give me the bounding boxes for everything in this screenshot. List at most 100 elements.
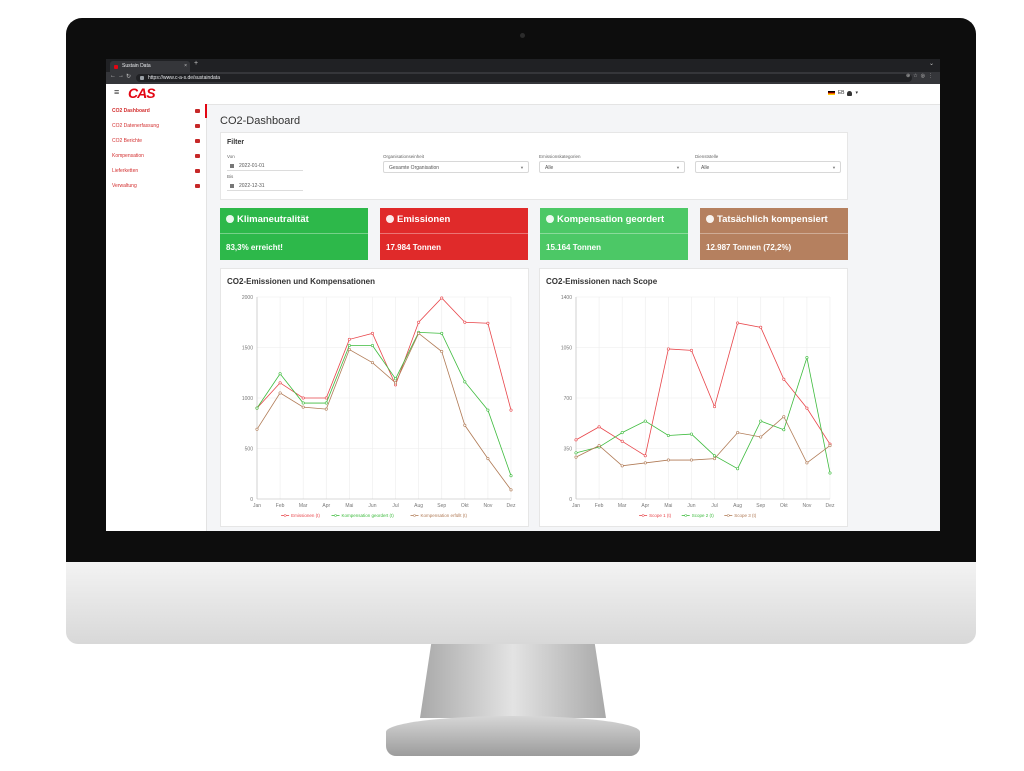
x-tick-label: Apr <box>641 503 649 509</box>
org-select[interactable]: Gesamte Organisation ▼ <box>383 161 529 173</box>
to-date-input[interactable]: 2022-12-31 <box>227 181 303 191</box>
app-header: ≡ CAS EB ▾ <box>106 84 940 105</box>
home-icon <box>195 109 200 113</box>
data-point <box>486 321 490 325</box>
data-point <box>347 337 351 341</box>
legend-marker <box>283 514 287 517</box>
data-point <box>278 372 282 376</box>
kpi-title-text: Emissionen <box>397 214 451 225</box>
data-point <box>736 321 740 325</box>
data-point <box>370 343 374 347</box>
data-point <box>736 467 740 471</box>
new-tab-button[interactable]: + <box>194 60 198 67</box>
line-chart-emissions-compensations: 0500100015002000Jan Feb Mar Apr Mai Jun Jul Aug… <box>242 295 516 518</box>
chevron-down-icon[interactable]: ▾ <box>855 90 858 96</box>
data-point <box>736 431 740 435</box>
monitor-chin <box>66 562 976 644</box>
service-select[interactable]: Alle ▼ <box>695 161 841 173</box>
category-label: Emissionskategorien <box>539 154 581 159</box>
kpi-card-climate-neutrality: Klimaneutralität 83,3% erreicht! <box>220 208 368 260</box>
kpi-value: 83,3% erreicht! <box>226 243 283 252</box>
kpi-card-compensation-ordered: Kompensation geordert 15.164 Tonnen <box>540 208 688 260</box>
cas-logo[interactable]: CAS <box>128 85 156 101</box>
from-date-value: 2022-01-01 <box>239 163 265 169</box>
legend-marker <box>334 514 337 517</box>
favicon-icon <box>114 65 118 69</box>
x-tick-label: Jan <box>572 503 580 509</box>
kpi-title: Tatsächlich kompensiert <box>706 214 828 225</box>
data-point <box>394 381 398 385</box>
data-point <box>713 405 717 409</box>
y-tick-label: 350 <box>564 447 573 453</box>
sidebar-item-reports[interactable]: CO2 Berichte <box>112 136 200 146</box>
reload-icon[interactable]: ↻ <box>126 73 131 80</box>
calendar-icon <box>230 184 234 188</box>
sidebar-item-supply-chains[interactable]: Lieferketten <box>112 166 200 176</box>
sidebar-item-compensation[interactable]: Kompensation <box>112 151 200 161</box>
user-icon[interactable] <box>847 90 853 96</box>
kpi-value: 17.984 Tonnen <box>386 243 441 252</box>
data-point <box>370 331 374 335</box>
x-tick-label: Mai <box>664 503 672 509</box>
clock-icon <box>706 215 714 223</box>
data-point <box>597 444 601 448</box>
kpi-divider <box>220 233 368 234</box>
address-bar[interactable]: https://www.c-a-s.de/sustaindata <box>136 74 912 82</box>
data-point <box>347 348 351 352</box>
hamburger-menu-icon[interactable]: ≡ <box>114 87 119 97</box>
sidebar-item-label: Verwaltung <box>112 183 137 189</box>
org-label: Organisationseinheit <box>383 154 425 159</box>
browser-extension-icons[interactable]: ⊕☆◎⋮ <box>906 73 936 79</box>
kpi-title-text: Tatsächlich kompensiert <box>717 214 828 225</box>
sidebar-item-administration[interactable]: Verwaltung <box>112 181 200 191</box>
tab-menu-icon[interactable]: ⌄ <box>929 60 934 67</box>
tab-close-button[interactable]: × <box>184 61 187 72</box>
x-tick-label: Nov <box>483 503 492 509</box>
kpi-divider <box>540 233 688 234</box>
x-tick-label: Okt <box>780 503 788 509</box>
legend-label: Scope 2 (t) <box>692 513 715 518</box>
from-date-input[interactable]: 2022-01-01 <box>227 161 303 171</box>
line-chart-emissions-by-scope: 035070010501400Jan Feb Mar Apr Mai Jun Jul Aug S… <box>561 295 835 518</box>
x-tick-label: Jan <box>253 503 261 509</box>
industry-icon <box>386 215 394 223</box>
y-tick-label: 1050 <box>561 346 572 352</box>
language-label[interactable]: EB <box>838 90 845 96</box>
data-point <box>324 407 328 411</box>
data-point <box>486 408 490 412</box>
data-point <box>805 406 809 410</box>
back-icon[interactable]: ← <box>110 73 116 79</box>
data-point <box>643 419 647 423</box>
data-point <box>759 325 763 329</box>
data-point <box>689 458 693 462</box>
screen: Sustain Data × + ⌄ ← → ↻ https://www.c-a… <box>106 59 940 531</box>
sidebar-item-label: Lieferketten <box>112 168 139 174</box>
browser-tab[interactable]: Sustain Data × <box>110 61 190 72</box>
category-select[interactable]: Alle ▼ <box>539 161 685 173</box>
flag-icon[interactable] <box>827 91 835 95</box>
x-tick-label: Jul <box>711 503 717 509</box>
browser-addressbar: ← → ↻ https://www.c-a-s.de/sustaindata ⊕… <box>106 72 940 84</box>
y-tick-label: 1000 <box>242 396 253 402</box>
forward-icon[interactable]: → <box>118 73 124 79</box>
sidebar-item-label: CO2 Dashboard <box>112 108 150 114</box>
data-point <box>278 391 282 395</box>
kpi-card-emissions: Emissionen 17.984 Tonnen <box>380 208 528 260</box>
sidebar-item-dashboard[interactable]: CO2 Dashboard <box>112 106 200 116</box>
x-tick-label: Nov <box>802 503 811 509</box>
filter-heading: Filter <box>227 139 245 146</box>
kpi-title-text: Kompensation geordert <box>557 214 665 225</box>
data-point <box>713 454 717 458</box>
calendar-icon <box>230 164 234 168</box>
sidebar-item-data-entry[interactable]: CO2 Datenerfassung <box>112 121 200 131</box>
sidebar-active-indicator <box>205 104 207 118</box>
data-point <box>666 347 670 351</box>
data-point <box>417 331 421 335</box>
data-point <box>324 396 328 400</box>
legend-label: Scope 1 (t) <box>649 513 672 518</box>
data-point <box>463 423 467 427</box>
kpi-title: Kompensation geordert <box>546 214 664 225</box>
data-point <box>255 427 259 431</box>
sidebar-item-label: CO2 Datenerfassung <box>112 123 159 129</box>
kpi-title-text: Klimaneutralität <box>237 214 309 225</box>
